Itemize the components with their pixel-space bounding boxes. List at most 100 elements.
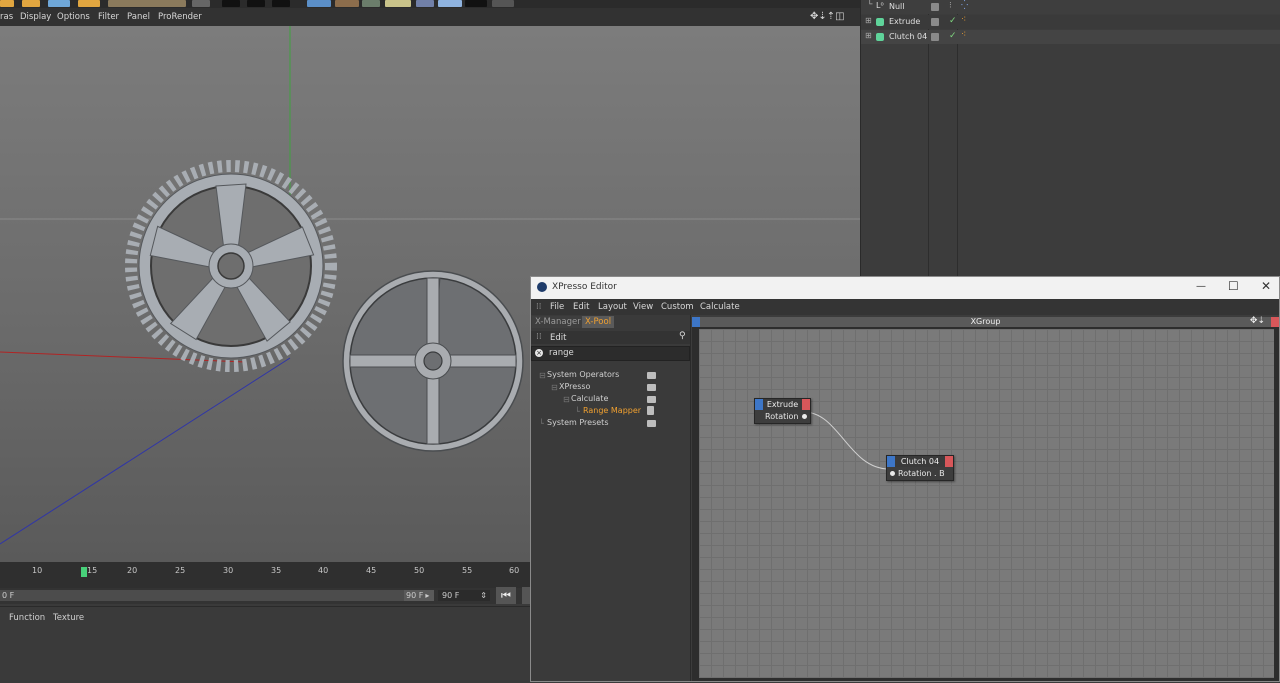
maximize-button[interactable]: ☐ <box>1228 279 1239 293</box>
timeline-tick: 60 <box>509 566 520 575</box>
enabled-check-icon[interactable]: ✓ <box>949 16 957 26</box>
toolbar-tool-icon[interactable] <box>78 0 100 7</box>
frame-start-label: 0 F <box>2 591 15 600</box>
frame-range-slider[interactable] <box>0 590 432 601</box>
menu-grip-icon: ⁞⁞ <box>536 302 542 312</box>
toolbar-tool-icon[interactable] <box>48 0 70 7</box>
move-view-icon[interactable]: ✥⇣⇡◫ <box>810 11 845 22</box>
folder-icon <box>647 372 656 379</box>
timeline-tick: 45 <box>366 566 377 575</box>
search-input[interactable]: × range <box>531 346 690 361</box>
timeline-tick: 15 <box>87 566 98 575</box>
xpresso-menubar: ⁞⁞ File Edit Layout View Custom Calculat… <box>531 299 1279 315</box>
port-rotation-out: Rotation <box>765 412 799 421</box>
port-dot-icon[interactable] <box>802 414 807 419</box>
toolbar-tool-icon[interactable] <box>362 0 380 7</box>
enabled-check-icon[interactable]: ✓ <box>949 31 957 41</box>
tree-calculate[interactable]: Calculate <box>571 394 608 403</box>
minimize-button[interactable]: — <box>1196 281 1206 292</box>
viewport-menu-prorender[interactable]: ProRender <box>158 12 202 22</box>
menu-file[interactable]: File <box>550 302 564 312</box>
xpresso-title-bar[interactable]: XPresso Editor — ☐ ✕ <box>531 277 1279 299</box>
timeline-tick: 50 <box>414 566 425 575</box>
layer-tag-icon <box>931 33 939 41</box>
goto-start-button[interactable]: ⏮ <box>496 587 516 604</box>
move-zoom-icon[interactable]: ✥⇣ <box>1250 316 1265 326</box>
visibility-dots-icon[interactable]: ⁝ <box>949 1 952 11</box>
timeline-tick: 20 <box>127 566 138 575</box>
frame-end-field[interactable]: 90 F ⇕ <box>438 590 490 601</box>
tab-x-pool[interactable]: X-Pool <box>582 316 615 328</box>
toolbar-tool-icon[interactable] <box>307 0 331 7</box>
tree-xpresso[interactable]: XPresso <box>559 382 590 391</box>
extrude-icon <box>876 33 884 41</box>
toolbar-tool-icon[interactable] <box>465 0 487 7</box>
material-tag-icon[interactable]: ⁖ <box>961 30 966 40</box>
xpresso-tag-icon[interactable]: ⁛ <box>961 1 968 11</box>
layer-tag-icon <box>931 18 939 26</box>
menu-custom[interactable]: Custom <box>661 302 694 312</box>
gear-object[interactable] <box>125 160 337 372</box>
viewport-menu-cameras[interactable]: ras <box>0 12 13 22</box>
folder-icon <box>647 420 656 427</box>
tree-system-operators[interactable]: System Operators <box>547 370 619 379</box>
timeline-tick: 35 <box>271 566 282 575</box>
node-extrude[interactable]: Extrude Rotation <box>754 398 811 424</box>
menu-edit[interactable]: Edit <box>573 302 589 312</box>
toolbar-tool-icon[interactable] <box>492 0 514 7</box>
edit-menu[interactable]: Edit <box>550 333 566 343</box>
timeline-playhead[interactable] <box>81 567 87 577</box>
toolbar-tool-icon[interactable] <box>385 0 411 7</box>
null-object-icon: L⁰ <box>876 1 884 10</box>
render-icon[interactable] <box>222 0 240 7</box>
object-row-null[interactable]: └ L⁰ Null ⁝ ⁛ <box>861 0 1280 14</box>
folder-icon <box>647 396 656 403</box>
xgroup-output-port[interactable] <box>1271 317 1279 327</box>
toolbar-tool-icon[interactable] <box>416 0 434 7</box>
timeline-ruler[interactable]: 10 15 20 25 30 35 40 45 50 55 60 <box>0 562 530 588</box>
render-settings-icon[interactable] <box>272 0 290 7</box>
viewport-menu-panel[interactable]: Panel <box>127 12 150 22</box>
folder-icon <box>647 384 656 391</box>
grip-icon: ⁞⁞ <box>536 332 542 342</box>
clutch-wheel-object[interactable] <box>342 270 524 452</box>
toolbar-tool-icon[interactable] <box>192 0 210 7</box>
node-canvas[interactable]: Extrude Rotation Clutch 04 Rotation . B <box>699 329 1274 678</box>
cinema4d-app-icon <box>537 282 547 292</box>
viewport-menu-options[interactable]: Options <box>57 12 90 22</box>
object-row-clutch-04[interactable]: ⊞ Clutch 04 ✓ ⁖ <box>861 30 1280 44</box>
close-button[interactable]: ✕ <box>1261 279 1271 293</box>
render-view-icon[interactable] <box>247 0 265 7</box>
timeline-tick: 40 <box>318 566 329 575</box>
tab-x-manager[interactable]: X-Manager <box>532 316 584 328</box>
play-button[interactable] <box>522 587 530 604</box>
tree-range-mapper[interactable]: Range Mapper <box>583 406 641 415</box>
toolbar-tool-icon[interactable] <box>22 0 40 7</box>
material-panel: Function Texture <box>0 606 530 683</box>
tab-function[interactable]: Function <box>9 613 45 623</box>
search-icon[interactable]: ⚲ <box>679 331 686 341</box>
tab-texture[interactable]: Texture <box>53 613 84 623</box>
toolbar-tool-icon[interactable] <box>0 0 14 7</box>
timeline-tick: 25 <box>175 566 186 575</box>
menu-view[interactable]: View <box>633 302 653 312</box>
extrude-icon <box>876 18 884 26</box>
node-clutch-04[interactable]: Clutch 04 Rotation . B <box>886 455 954 481</box>
menu-layout[interactable]: Layout <box>598 302 627 312</box>
clear-search-icon[interactable]: × <box>535 349 543 357</box>
main-toolbar <box>0 0 860 8</box>
viewport-menu-display[interactable]: Display <box>20 12 51 22</box>
viewport-menu-filter[interactable]: Filter <box>98 12 119 22</box>
menu-calculate[interactable]: Calculate <box>700 302 740 312</box>
object-row-extrude[interactable]: ⊞ Extrude ✓ ⁖ <box>861 15 1280 29</box>
toolbar-tool-icon[interactable] <box>438 0 462 7</box>
material-tag-icon[interactable]: ⁖ <box>961 15 966 25</box>
toolbar-tool-icon[interactable] <box>108 0 186 7</box>
tree-system-presets[interactable]: System Presets <box>547 418 609 427</box>
port-dot-icon[interactable] <box>890 471 895 476</box>
frame-end-bar-label: 90 F ▸ <box>404 590 434 601</box>
xgroup-graph: XGroup ✥⇣ Extrude Rotation Clutch 04 Rot… <box>692 316 1279 681</box>
toolbar-tool-icon[interactable] <box>335 0 359 7</box>
timeline-tick: 55 <box>462 566 473 575</box>
wire-rotation[interactable] <box>803 411 890 470</box>
